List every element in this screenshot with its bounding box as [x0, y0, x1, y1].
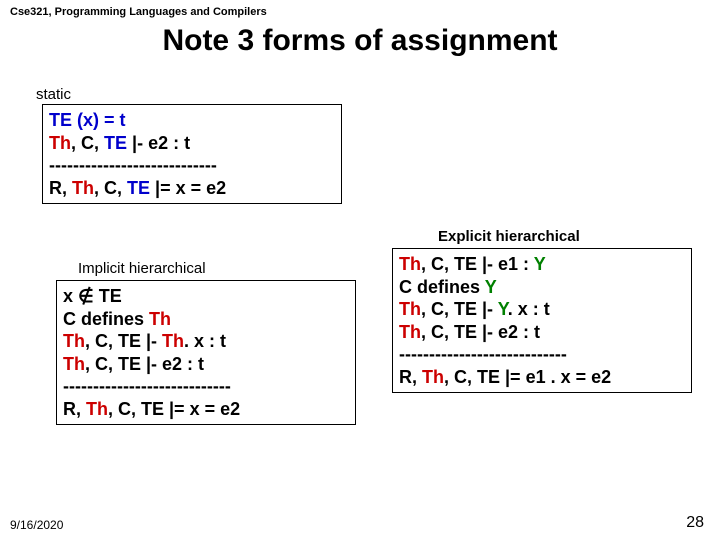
label-explicit: Explicit hierarchical: [438, 228, 580, 245]
txt: C defines: [399, 277, 485, 297]
txt: |= x = e2: [150, 178, 226, 198]
box-implicit: x ∉ TE C defines Th Th, C, TE |- Th. x :…: [56, 280, 356, 425]
label-implicit: Implicit hierarchical: [78, 260, 206, 277]
box-explicit: Th, C, TE |- e1 : Y C defines Y Th, C, T…: [392, 248, 692, 393]
txt: x ∉ TE: [63, 285, 349, 308]
txt: . x : t: [508, 299, 550, 319]
txt: Th: [399, 254, 421, 274]
txt: R,: [63, 399, 86, 419]
footer-date: 9/16/2020: [10, 518, 63, 532]
txt: TE: [127, 178, 150, 198]
txt: Th: [72, 178, 94, 198]
txt: R,: [399, 367, 422, 387]
txt: Th: [49, 133, 71, 153]
txt: Th: [149, 309, 171, 329]
separator: ----------------------------: [399, 343, 685, 366]
txt: , C, TE |= x = e2: [108, 399, 240, 419]
txt: Th: [63, 354, 85, 374]
label-static: static: [36, 86, 71, 103]
txt: , C, TE |- e1 :: [421, 254, 534, 274]
footer-page: 28: [686, 514, 704, 532]
txt: , C, TE |-: [421, 299, 498, 319]
separator: ----------------------------: [49, 154, 335, 177]
txt: TE (x) = t: [49, 110, 126, 130]
txt: Y: [534, 254, 546, 274]
txt: R,: [49, 178, 72, 198]
txt: , C,: [71, 133, 104, 153]
txt: Th: [86, 399, 108, 419]
box-static: TE (x) = t Th, C, TE |- e2 : t ---------…: [42, 104, 342, 204]
course-header: Cse321, Programming Languages and Compil…: [10, 6, 267, 18]
txt: |- e2 : t: [127, 133, 190, 153]
txt: Th: [422, 367, 444, 387]
txt: TE: [104, 133, 127, 153]
page-title: Note 3 forms of assignment: [0, 24, 720, 58]
txt: Y: [498, 299, 508, 319]
txt: Th: [162, 331, 184, 351]
txt: , C,: [94, 178, 127, 198]
txt: Th: [63, 331, 85, 351]
txt: Th: [399, 322, 421, 342]
txt: , C, TE |-: [85, 331, 162, 351]
txt: , C, TE |- e2 : t: [85, 354, 204, 374]
txt: . x : t: [184, 331, 226, 351]
txt: , C, TE |= e1 . x = e2: [444, 367, 611, 387]
txt: C defines: [63, 309, 149, 329]
separator: ----------------------------: [63, 375, 349, 398]
txt: Th: [399, 299, 421, 319]
txt: Y: [485, 277, 497, 297]
txt: , C, TE |- e2 : t: [421, 322, 540, 342]
